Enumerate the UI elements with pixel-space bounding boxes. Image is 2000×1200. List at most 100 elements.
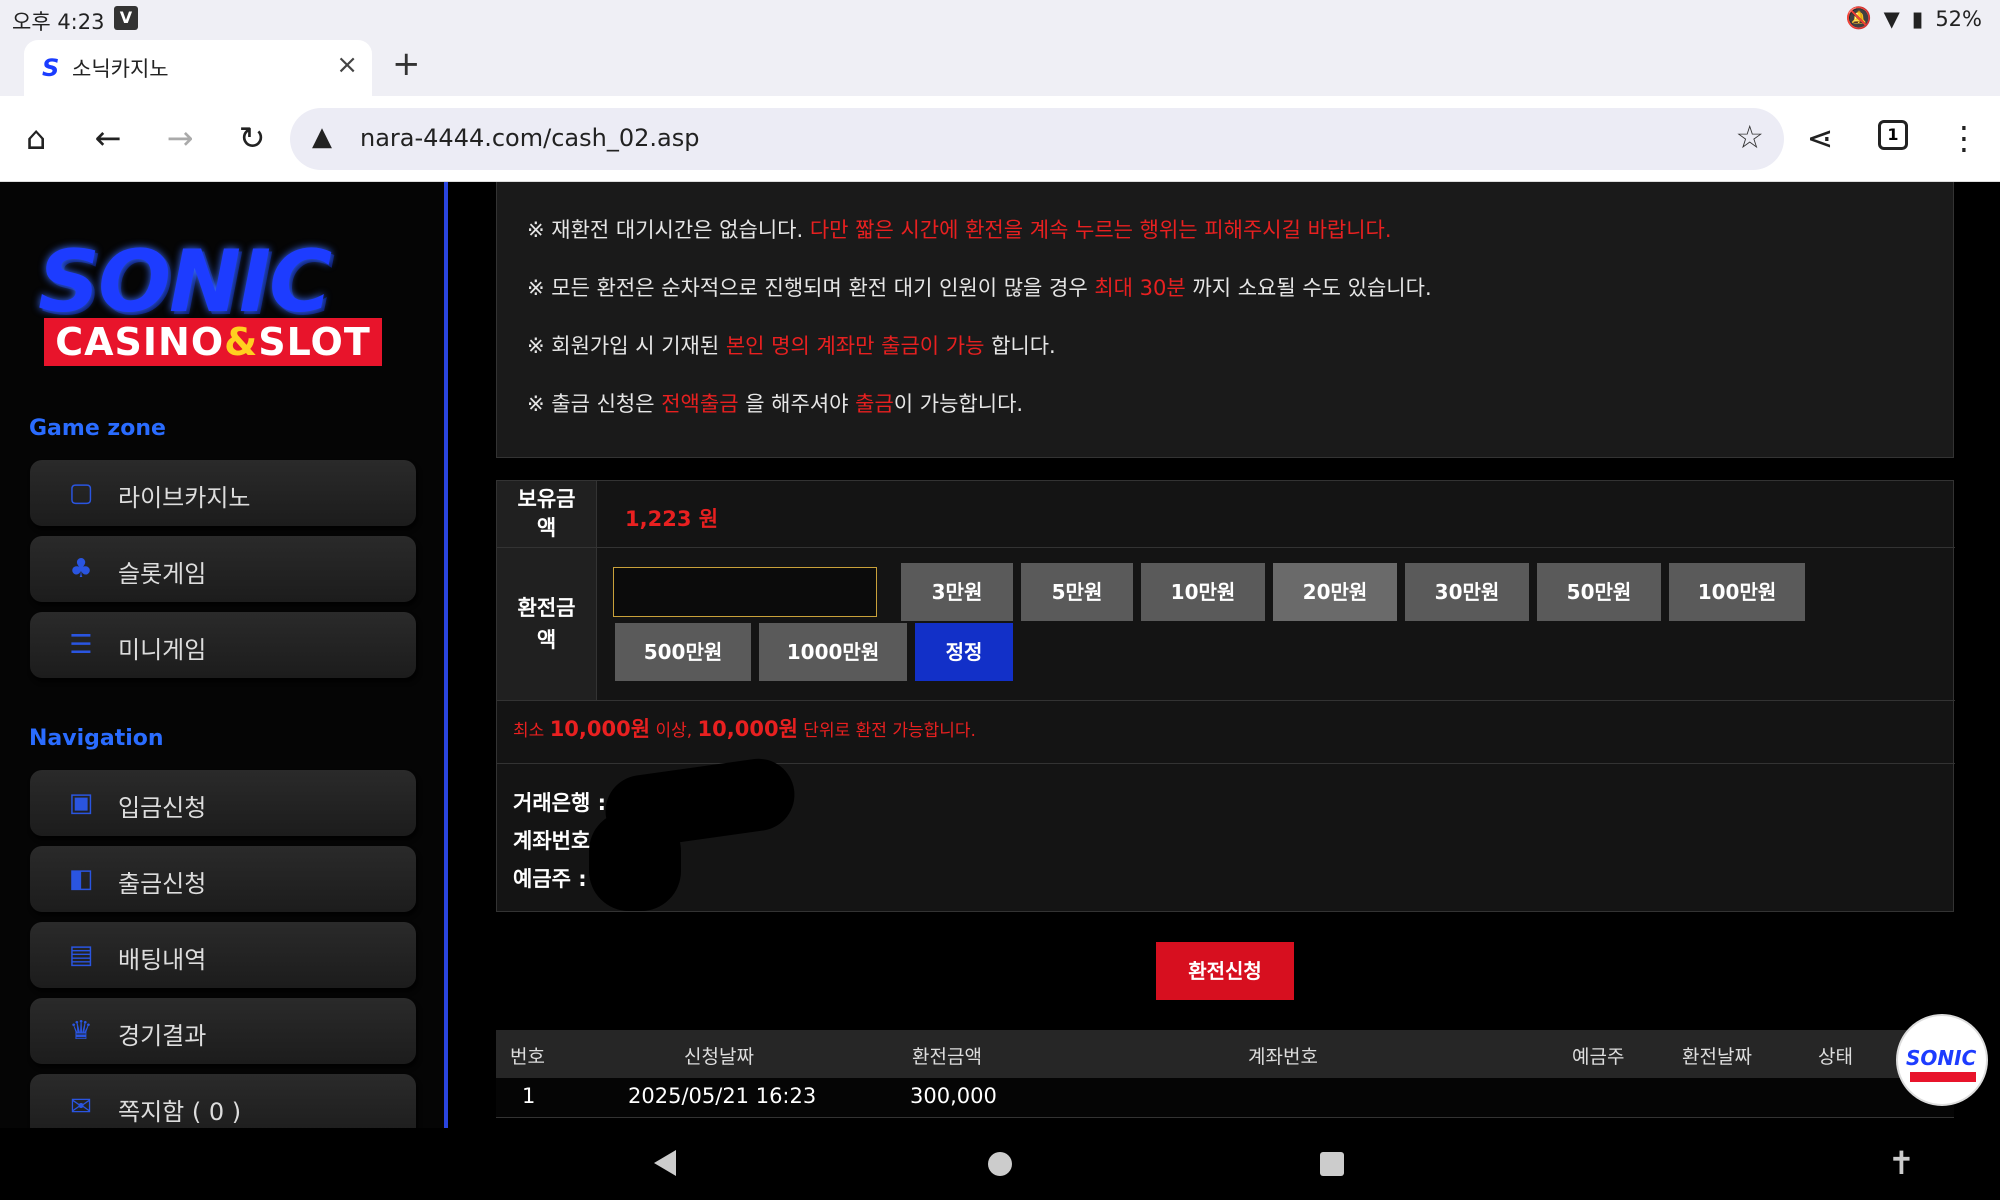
nav-back-icon[interactable] <box>654 1150 676 1176</box>
accessibility-icon[interactable]: ✝ <box>1888 1144 1915 1182</box>
quick-5m-button[interactable]: 500만원 <box>615 623 751 681</box>
sidebar-item-label: 슬롯게임 <box>118 560 207 588</box>
quick-50k-button[interactable]: 5만원 <box>1021 563 1133 621</box>
notice-line-2: ※ 모든 환전은 순차적으로 진행되며 환전 대기 인원이 많을 경우 최대 3… <box>527 276 1432 300</box>
withdraw-submit-button[interactable]: 환전신청 <box>1156 942 1294 1000</box>
balance-label: 보유금 액 <box>497 481 597 547</box>
sidebar-item-withdraw[interactable]: ◧ 출금신청 <box>30 846 416 912</box>
sidebar-item-label: 경기결과 <box>118 1022 207 1050</box>
logo-sub-amp: & <box>224 320 259 364</box>
browser-tab[interactable]: S 소닉카지노 × <box>24 40 372 96</box>
col-holder: 예금주 <box>1572 1046 1625 1068</box>
floating-logo-bar <box>1910 1072 1976 1082</box>
nav-recents-icon[interactable] <box>1320 1152 1344 1176</box>
col-status: 상태 <box>1818 1046 1853 1068</box>
withdraw-form: 보유금 액 1,223 원 환전금 액 3만원 5만원 10만원 20만원 30만원… <box>496 480 1955 912</box>
web-page: SONIC CASINO&SLOT Game zone ▢ 라이브카지노 ♣ 슬… <box>0 182 2000 1128</box>
message-icon: ✉ <box>70 1092 92 1122</box>
back-icon[interactable]: ← <box>86 116 130 160</box>
browser-toolbar: ⌂ ← → ↻ ▲ nara-4444.com/cash_02.asp ☆ ⋖ … <box>0 96 2000 182</box>
menu-kebab-icon[interactable]: ⋮ <box>1942 116 1986 160</box>
app-notification-icon: V <box>114 6 138 30</box>
quick-10m-button[interactable]: 1000만원 <box>759 623 907 681</box>
floating-logo-text: SONIC <box>1906 1046 1977 1070</box>
bookmark-star-icon[interactable]: ☆ <box>1735 118 1764 156</box>
system-nav-bar: ✝ <box>0 1128 2000 1200</box>
logo-main: SONIC <box>38 232 332 332</box>
sidebar-item-label: 출금신청 <box>118 870 207 898</box>
sidebar-item-bet-history[interactable]: ▤ 배팅내역 <box>30 922 416 988</box>
sidebar-item-mini-game[interactable]: ☰ 미니게임 <box>30 612 416 678</box>
forward-icon[interactable]: → <box>158 116 202 160</box>
balance-value: 1,223 원 <box>625 507 719 531</box>
col-number: 번호 <box>510 1046 545 1068</box>
divider <box>497 547 1955 548</box>
reset-button[interactable]: 정정 <box>915 623 1013 681</box>
notice-line-4: ※ 출금 신청은 전액출금 을 해주셔야 출금이 가능합니다. <box>527 392 1024 416</box>
quick-200k-button[interactable]: 20만원 <box>1273 563 1397 621</box>
quick-30k-button[interactable]: 3만원 <box>901 563 1013 621</box>
favicon-icon: S <box>42 54 60 82</box>
tab-strip: S 소닉카지노 × + <box>0 38 2000 96</box>
quick-100k-button[interactable]: 10만원 <box>1141 563 1265 621</box>
sidebar-item-label: 미니게임 <box>118 636 207 664</box>
share-icon[interactable]: ⋖ <box>1798 116 1842 160</box>
close-tab-icon[interactable]: × <box>336 50 358 80</box>
row-request-date: 2025/05/21 16:23 <box>628 1084 817 1108</box>
notice-line-3: ※ 회원가입 시 기재된 본인 명의 계좌만 출금이 가능 합니다. <box>527 334 1056 358</box>
sidebar-item-label: 쪽지함 ( 0 ) <box>118 1098 242 1126</box>
wifi-icon: ▼ <box>1883 6 1900 31</box>
mute-icon: 🔕 <box>1845 6 1872 30</box>
navigation-title: Navigation <box>29 726 164 751</box>
col-account: 계좌번호 <box>1248 1046 1318 1068</box>
table-row[interactable]: 1 2025/05/21 16:23 300,000 <box>496 1078 1954 1118</box>
quick-1m-button[interactable]: 100만원 <box>1669 563 1805 621</box>
logo-sub: CASINO&SLOT <box>44 318 382 366</box>
amount-label: 환전금 액 <box>497 548 597 700</box>
sidebar-item-slot[interactable]: ♣ 슬롯게임 <box>30 536 416 602</box>
col-exchange-date: 환전날짜 <box>1682 1046 1752 1068</box>
status-time: 오후 4:23 <box>12 10 105 34</box>
floating-brand-button[interactable]: SONIC <box>1896 1014 1988 1106</box>
status-right: 🔕 ▼ ▮ 52% <box>1845 6 1982 31</box>
status-bar: 오후 4:23 V 🔕 ▼ ▮ 52% <box>0 0 2000 38</box>
amount-input[interactable] <box>613 567 877 617</box>
sidebar-item-results[interactable]: ♛ 경기결과 <box>30 998 416 1064</box>
quick-300k-button[interactable]: 30만원 <box>1405 563 1529 621</box>
home-icon[interactable]: ⌂ <box>14 116 58 160</box>
sidebar-item-live-casino[interactable]: ▢ 라이브카지노 <box>30 460 416 526</box>
sidebar-item-label: 라이브카지노 <box>118 484 251 512</box>
divider <box>497 700 1955 701</box>
battery-percent: 52% <box>1935 6 1982 31</box>
notice-box: ※ 재환전 대기시간은 없습니다. 다만 짧은 시간에 환전을 계속 누르는 행… <box>496 182 1954 458</box>
min-rule-text: 최소 10,000원 이상, 10,000원 단위로 환전 가능합니다. <box>513 717 976 741</box>
history-icon: ▤ <box>68 940 94 970</box>
nav-home-icon[interactable] <box>988 1152 1012 1176</box>
row-number: 1 <box>522 1084 536 1108</box>
card-icon: ▢ <box>68 478 94 508</box>
url-text[interactable]: nara-4444.com/cash_02.asp <box>360 124 699 152</box>
mini-icon: ☰ <box>69 630 93 660</box>
address-bar[interactable]: ▲ nara-4444.com/cash_02.asp ☆ <box>290 108 1784 170</box>
deposit-icon: ▣ <box>68 788 94 818</box>
holder-label: 예금주 : <box>513 867 587 891</box>
slot-icon: ♣ <box>69 554 93 584</box>
col-amount: 환전금액 <box>912 1046 982 1068</box>
redaction-mark <box>589 811 681 911</box>
battery-icon: ▮ <box>1911 6 1924 31</box>
col-request-date: 신청날짜 <box>684 1046 754 1068</box>
not-secure-icon[interactable]: ▲ <box>312 122 332 152</box>
tab-count-button[interactable]: 1 <box>1878 120 1908 150</box>
sidebar: SONIC CASINO&SLOT Game zone ▢ 라이브카지노 ♣ 슬… <box>0 182 448 1128</box>
reload-icon[interactable]: ↻ <box>230 116 274 160</box>
sidebar-item-deposit[interactable]: ▣ 입금신청 <box>30 770 416 836</box>
table-header: 번호 신청날짜 환전금액 계좌번호 예금주 환전날짜 상태 <box>496 1030 1954 1078</box>
quick-500k-button[interactable]: 50만원 <box>1537 563 1661 621</box>
new-tab-icon[interactable]: + <box>392 44 421 84</box>
logo-sub-b: SLOT <box>258 320 371 364</box>
brand-logo[interactable]: SONIC CASINO&SLOT <box>28 232 418 372</box>
sidebar-item-messages[interactable]: ✉ 쪽지함 ( 0 ) <box>30 1074 416 1128</box>
bank-label: 거래은행 : <box>513 791 606 815</box>
row-amount: 300,000 <box>910 1084 997 1108</box>
game-zone-title: Game zone <box>29 416 166 441</box>
